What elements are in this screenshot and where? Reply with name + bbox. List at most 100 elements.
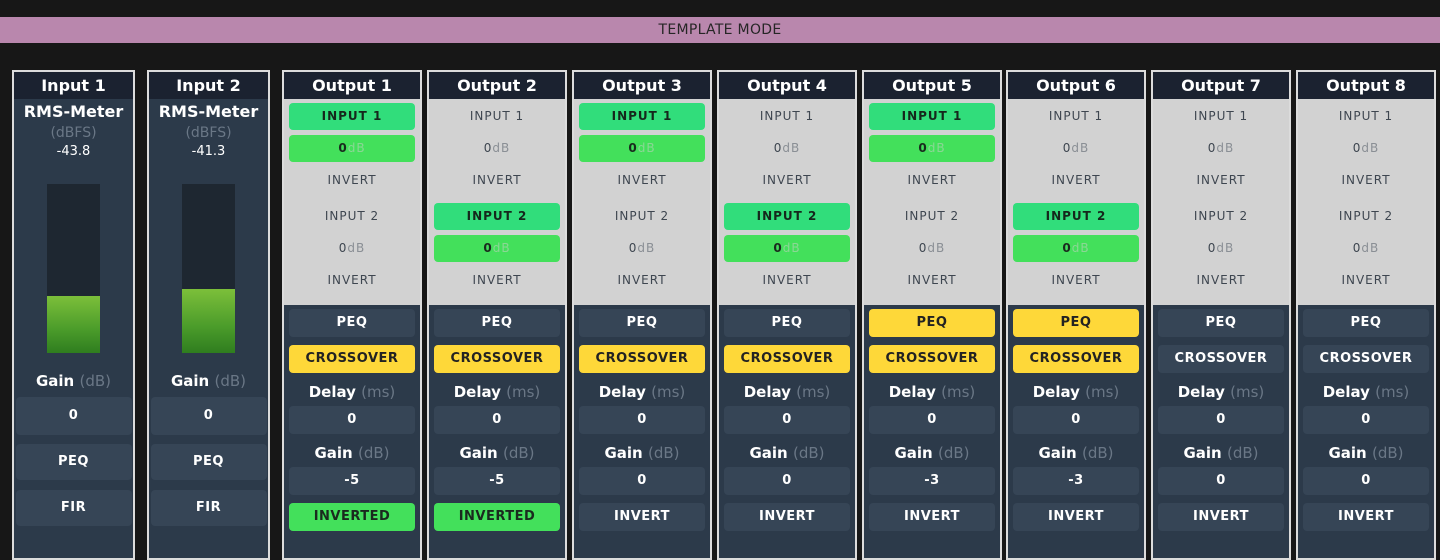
route-input-1-invert-button[interactable]: INVERT xyxy=(724,167,850,194)
route-input-2-button[interactable]: INPUT 2 xyxy=(434,203,560,230)
route-input-1-button[interactable]: INPUT 1 xyxy=(724,103,850,130)
route-input-1-invert-button[interactable]: INVERT xyxy=(1303,167,1429,194)
peq-button[interactable]: PEQ xyxy=(150,444,267,480)
peq-button[interactable]: PEQ xyxy=(1013,309,1139,337)
invert-button[interactable]: INVERTED xyxy=(289,503,415,531)
routing-matrix: INPUT 1 0dB INVERT INPUT 2 0dB INVERT xyxy=(1298,99,1434,305)
route-input-1-button[interactable]: INPUT 1 xyxy=(1158,103,1284,130)
gain-value-field[interactable]: -5 xyxy=(289,467,415,495)
route-input-2-invert-button[interactable]: INVERT xyxy=(579,267,705,294)
route-input-2-invert-button[interactable]: INVERT xyxy=(1303,267,1429,294)
route-input-2-gain[interactable]: 0dB xyxy=(434,235,560,262)
invert-button[interactable]: INVERT xyxy=(869,503,995,531)
route-input-1-gain[interactable]: 0dB xyxy=(1303,135,1429,162)
route-input-2-button[interactable]: INPUT 2 xyxy=(579,203,705,230)
route-input-2-invert-button[interactable]: INVERT xyxy=(289,267,415,294)
route-input-2-invert-button[interactable]: INVERT xyxy=(724,267,850,294)
delay-value-field[interactable]: 0 xyxy=(579,406,705,434)
route-input-1-invert-button[interactable]: INVERT xyxy=(1158,167,1284,194)
gain-label: Gain (dB) xyxy=(604,444,680,462)
gain-value-field[interactable]: -3 xyxy=(1013,467,1139,495)
route-input-2-invert-button[interactable]: INVERT xyxy=(1158,267,1284,294)
route-input-2-gain[interactable]: 0dB xyxy=(579,235,705,262)
delay-value-field[interactable]: 0 xyxy=(1158,406,1284,434)
route-input-2-gain[interactable]: 0dB xyxy=(869,235,995,262)
route-input-1-gain[interactable]: 0dB xyxy=(1158,135,1284,162)
route-input-2-gain[interactable]: 0dB xyxy=(1303,235,1429,262)
peq-button[interactable]: PEQ xyxy=(1303,309,1429,337)
route-input-2-button[interactable]: INPUT 2 xyxy=(869,203,995,230)
gain-value-field[interactable]: 0 xyxy=(1303,467,1429,495)
crossover-button[interactable]: CROSSOVER xyxy=(724,345,850,373)
delay-value-field[interactable]: 0 xyxy=(1013,406,1139,434)
invert-button[interactable]: INVERT xyxy=(1303,503,1429,531)
crossover-button[interactable]: CROSSOVER xyxy=(1013,345,1139,373)
delay-label: Delay (ms) xyxy=(1032,383,1120,401)
gain-value-field[interactable]: 0 xyxy=(150,397,267,435)
route-input-1-invert-button[interactable]: INVERT xyxy=(434,167,560,194)
route-input-2-gain[interactable]: 0dB xyxy=(724,235,850,262)
route-input-1-button[interactable]: INPUT 1 xyxy=(869,103,995,130)
invert-button[interactable]: INVERT xyxy=(1158,503,1284,531)
delay-value-field[interactable]: 0 xyxy=(724,406,850,434)
invert-button[interactable]: INVERT xyxy=(579,503,705,531)
crossover-button[interactable]: CROSSOVER xyxy=(1303,345,1429,373)
fir-button[interactable]: FIR xyxy=(150,490,267,526)
invert-button[interactable]: INVERT xyxy=(724,503,850,531)
peq-button[interactable]: PEQ xyxy=(579,309,705,337)
route-input-2-invert-button[interactable]: INVERT xyxy=(1013,267,1139,294)
gain-value-field[interactable]: -3 xyxy=(869,467,995,495)
invert-button[interactable]: INVERT xyxy=(1013,503,1139,531)
route-input-2-button[interactable]: INPUT 2 xyxy=(1158,203,1284,230)
route-input-2-invert-button[interactable]: INVERT xyxy=(869,267,995,294)
route-input-2-gain[interactable]: 0dB xyxy=(1158,235,1284,262)
route-input-1-gain[interactable]: 0dB xyxy=(434,135,560,162)
route-input-1-gain[interactable]: 0dB xyxy=(1013,135,1139,162)
gain-value-field[interactable]: 0 xyxy=(579,467,705,495)
output-strip-1: Output 1 INPUT 1 0dB INVERT INPUT 2 0dB … xyxy=(282,70,422,560)
route-input-1-button[interactable]: INPUT 1 xyxy=(434,103,560,130)
peq-button[interactable]: PEQ xyxy=(289,309,415,337)
route-input-2-button[interactable]: INPUT 2 xyxy=(724,203,850,230)
route-input-2-button[interactable]: INPUT 2 xyxy=(1303,203,1429,230)
route-input-1-gain[interactable]: 0dB xyxy=(724,135,850,162)
route-input-1-invert-button[interactable]: INVERT xyxy=(289,167,415,194)
crossover-button[interactable]: CROSSOVER xyxy=(579,345,705,373)
route-input-1-button[interactable]: INPUT 1 xyxy=(579,103,705,130)
gain-value-field[interactable]: 0 xyxy=(15,397,132,435)
crossover-button[interactable]: CROSSOVER xyxy=(289,345,415,373)
gain-value-field[interactable]: 0 xyxy=(724,467,850,495)
crossover-button[interactable]: CROSSOVER xyxy=(869,345,995,373)
delay-value-field[interactable]: 0 xyxy=(434,406,560,434)
route-input-2-button[interactable]: INPUT 2 xyxy=(289,203,415,230)
route-input-1-invert-button[interactable]: INVERT xyxy=(1013,167,1139,194)
route-input-1-invert-button[interactable]: INVERT xyxy=(579,167,705,194)
output-controls: PEQ CROSSOVER Delay (ms) 0 Gain (dB) 0 I… xyxy=(1153,305,1289,531)
route-input-1-gain[interactable]: 0dB xyxy=(579,135,705,162)
route-input-1-gain[interactable]: 0dB xyxy=(869,135,995,162)
peq-button[interactable]: PEQ xyxy=(1158,309,1284,337)
fir-button[interactable]: FIR xyxy=(15,490,132,526)
peq-button[interactable]: PEQ xyxy=(724,309,850,337)
route-input-2-button[interactable]: INPUT 2 xyxy=(1013,203,1139,230)
invert-button[interactable]: INVERTED xyxy=(434,503,560,531)
route-input-1-button[interactable]: INPUT 1 xyxy=(289,103,415,130)
strip-title: Input 1 xyxy=(14,72,133,99)
gain-value-field[interactable]: 0 xyxy=(1158,467,1284,495)
route-input-1-gain[interactable]: 0dB xyxy=(289,135,415,162)
route-input-1-invert-button[interactable]: INVERT xyxy=(869,167,995,194)
route-input-2-gain[interactable]: 0dB xyxy=(1013,235,1139,262)
gain-value-field[interactable]: -5 xyxy=(434,467,560,495)
route-input-1-button[interactable]: INPUT 1 xyxy=(1303,103,1429,130)
delay-value-field[interactable]: 0 xyxy=(1303,406,1429,434)
route-input-2-gain[interactable]: 0dB xyxy=(289,235,415,262)
delay-value-field[interactable]: 0 xyxy=(869,406,995,434)
route-input-2-invert-button[interactable]: INVERT xyxy=(434,267,560,294)
peq-button[interactable]: PEQ xyxy=(15,444,132,480)
crossover-button[interactable]: CROSSOVER xyxy=(434,345,560,373)
crossover-button[interactable]: CROSSOVER xyxy=(1158,345,1284,373)
peq-button[interactable]: PEQ xyxy=(434,309,560,337)
peq-button[interactable]: PEQ xyxy=(869,309,995,337)
delay-value-field[interactable]: 0 xyxy=(289,406,415,434)
route-input-1-button[interactable]: INPUT 1 xyxy=(1013,103,1139,130)
